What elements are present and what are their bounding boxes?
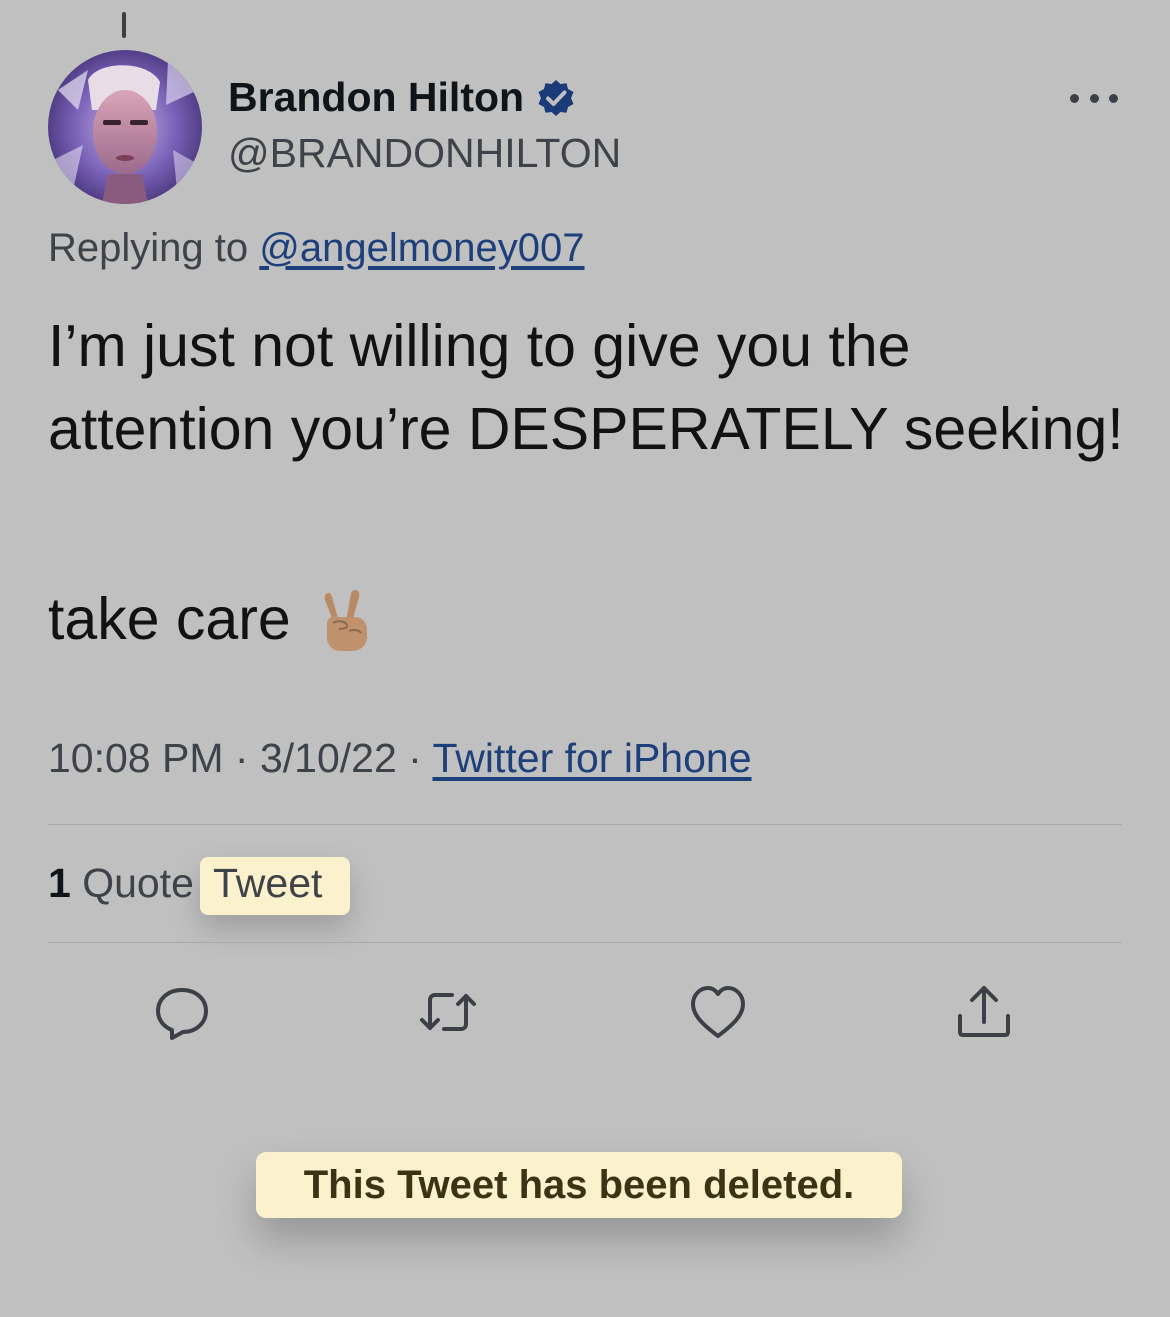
meta-separator: · (234, 735, 249, 781)
tweet-text-take-care: take care (48, 586, 291, 652)
display-name[interactable]: Brandon Hilton (228, 74, 524, 121)
tweet-meta: 10:08 PM · 3/10/22 · Twitter for iPhone (48, 735, 752, 782)
quote-label-tweet[interactable]: Tweet (213, 860, 322, 907)
tweet-deleted-notice: This Tweet has been deleted. (256, 1152, 902, 1218)
victory-hand-icon (315, 587, 375, 653)
share-icon[interactable] (954, 982, 1014, 1042)
author-name-row[interactable]: Brandon Hilton (228, 74, 576, 121)
like-icon[interactable] (688, 982, 748, 1042)
meta-separator: · (408, 735, 422, 781)
retweet-icon[interactable] (418, 982, 478, 1042)
quote-count: 1 (48, 860, 71, 906)
quote-label: Quote (82, 860, 194, 906)
tweet-text-second: take care (48, 578, 375, 661)
reply-icon[interactable] (152, 982, 212, 1042)
replying-to-handle-link[interactable]: @angelmoney007 (259, 226, 584, 270)
tweet-time: 10:08 PM (48, 735, 224, 781)
author-handle[interactable]: @BRANDONHILTON (228, 130, 621, 177)
tweet-source-link[interactable]: Twitter for iPhone (432, 735, 751, 781)
avatar[interactable] (48, 50, 202, 204)
more-icon[interactable] (1070, 78, 1118, 118)
divider (48, 824, 1122, 825)
replying-to: Replying to @angelmoney007 (48, 226, 585, 271)
verified-icon (536, 78, 576, 118)
tweet-date: 3/10/22 (259, 735, 397, 781)
tweet-text: I’m just not willing to give you the att… (48, 313, 1124, 462)
more-dot (1109, 93, 1118, 103)
divider (48, 942, 1122, 943)
more-dot (1070, 93, 1079, 103)
thread-connector-line (122, 12, 126, 38)
quote-tweets-stat[interactable]: 1 Quote (48, 860, 194, 907)
more-dot (1089, 93, 1099, 103)
replying-to-label: Replying to (48, 226, 249, 270)
